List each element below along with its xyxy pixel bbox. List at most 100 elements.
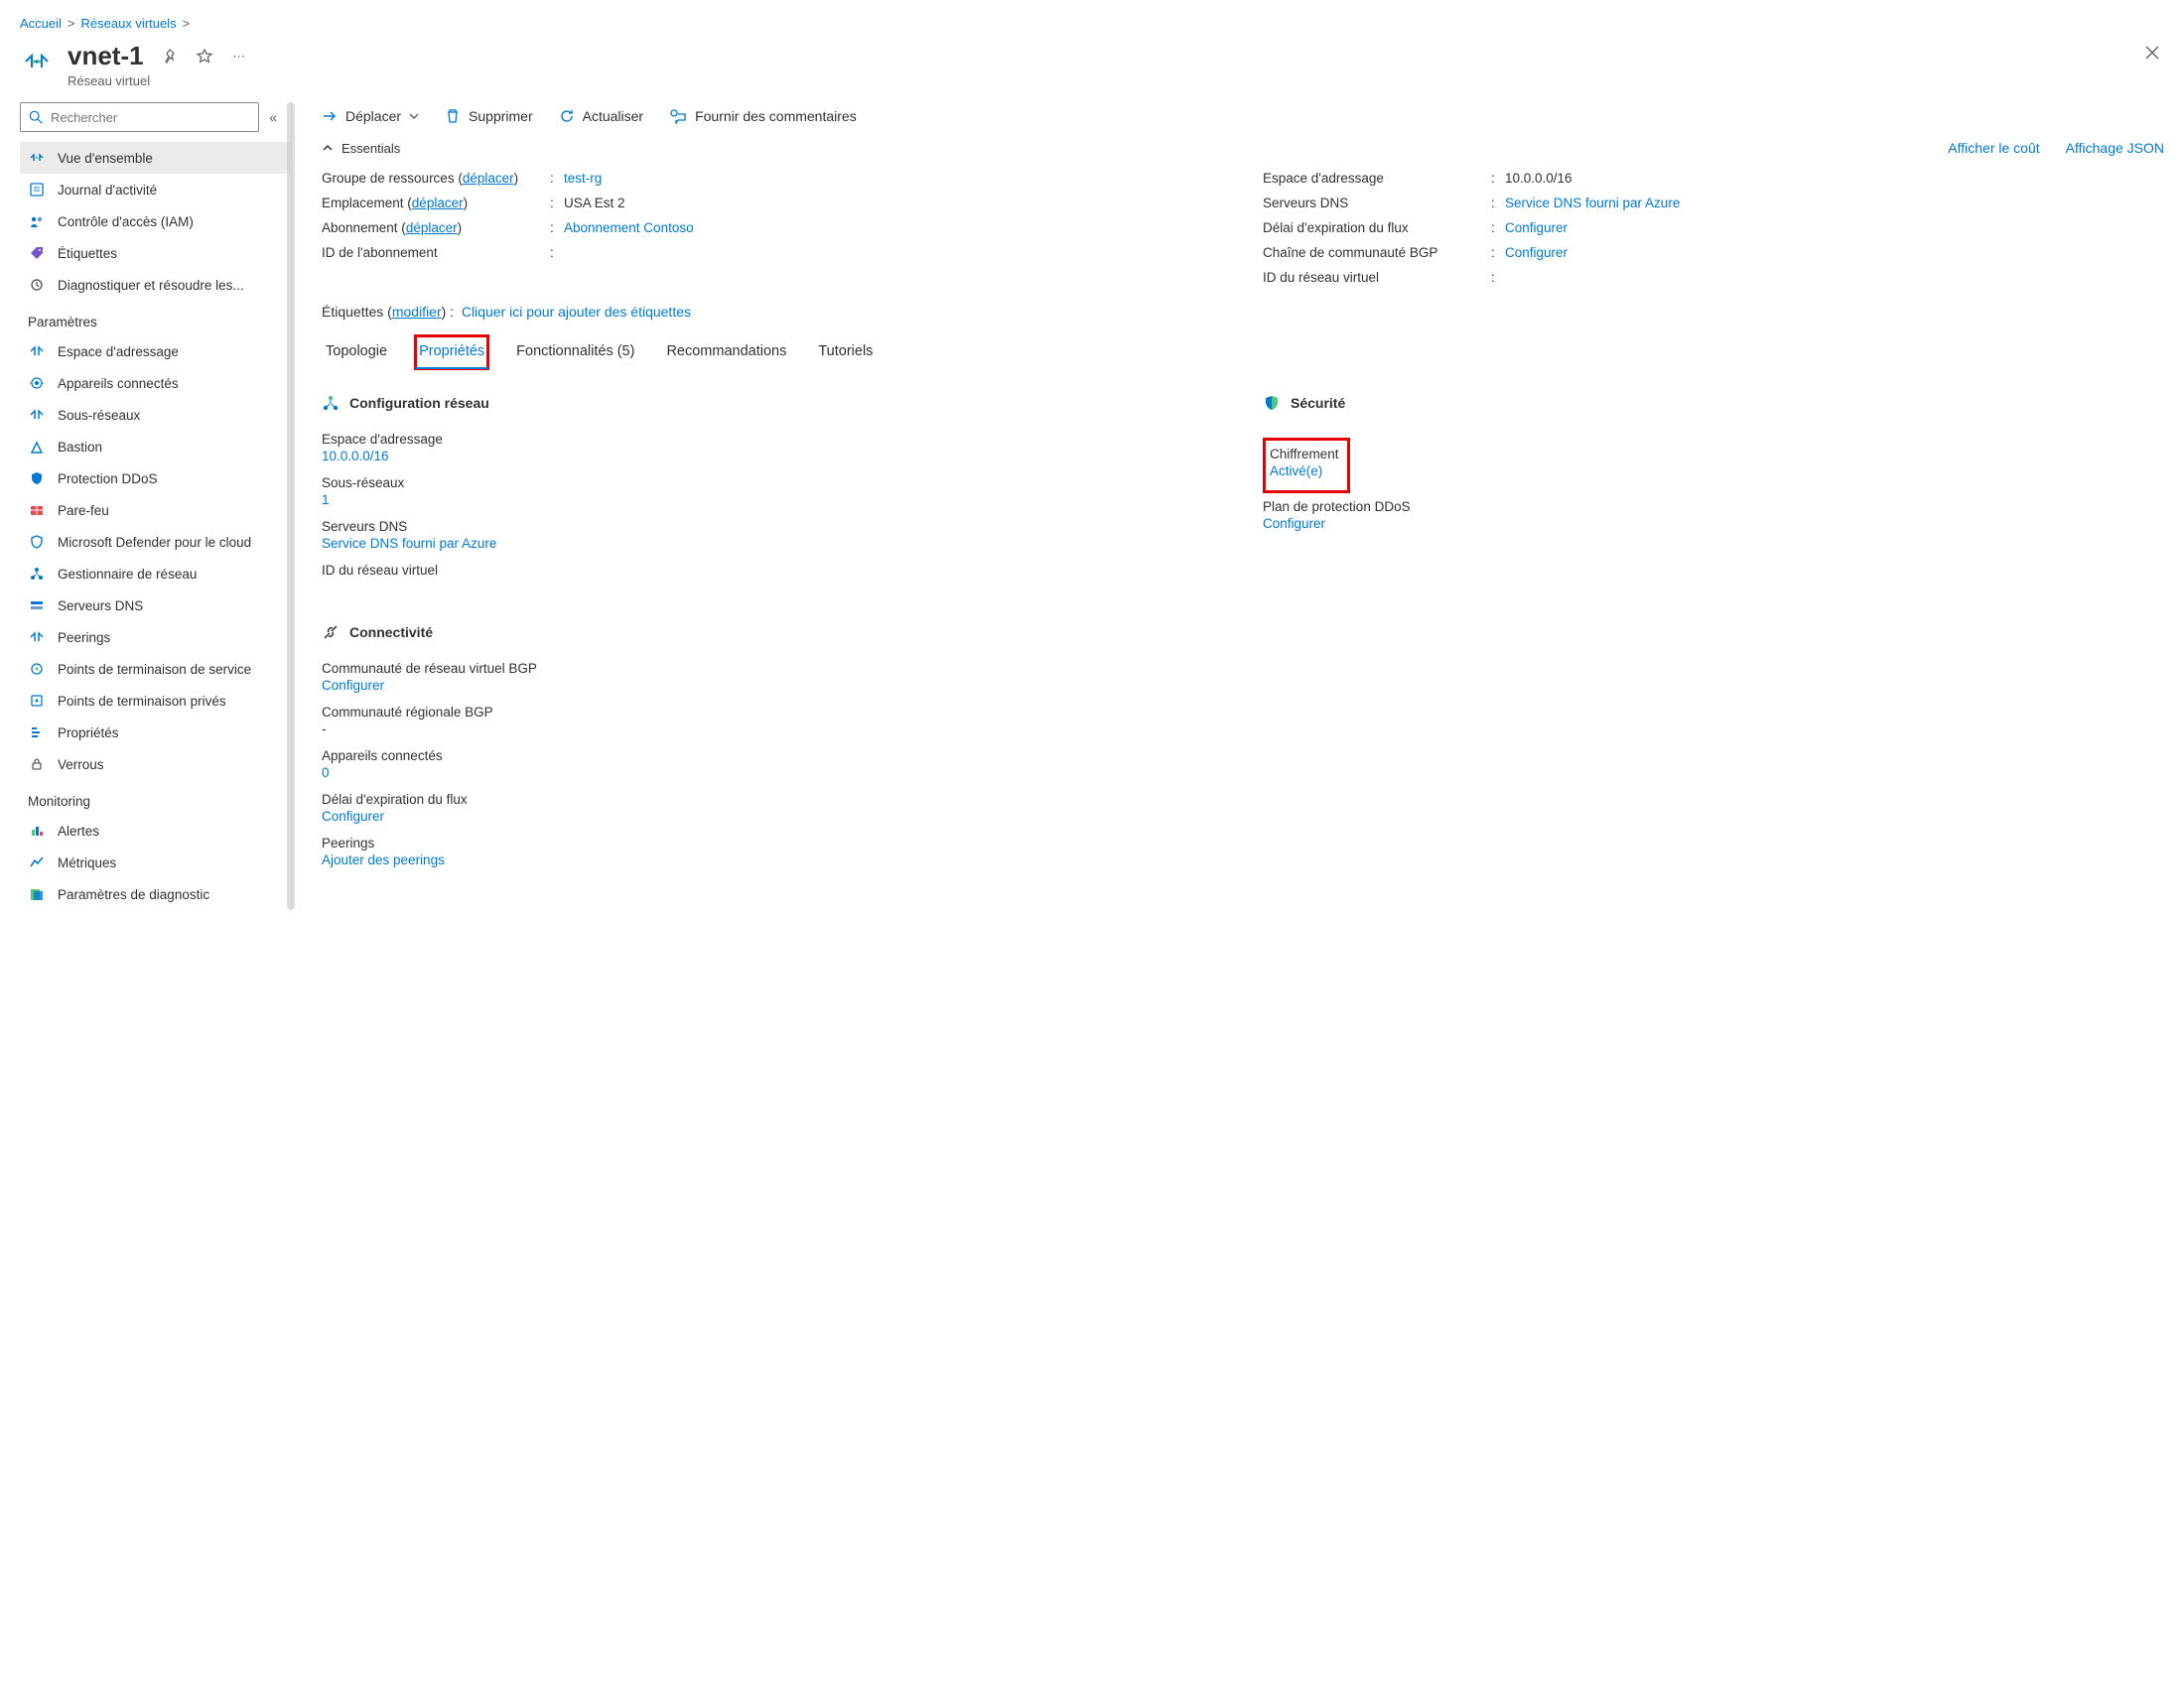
- page-header: vnet-1 ⋯ Réseau virtuel: [20, 41, 2164, 88]
- breadcrumb-vnets[interactable]: Réseaux virtuels: [81, 16, 177, 31]
- sidebar-item[interactable]: Espace d'adressage: [20, 335, 291, 367]
- sidebar-item[interactable]: Métriques: [20, 847, 291, 878]
- encryption-label: Chiffrement: [1270, 443, 1339, 463]
- tab[interactable]: Topologie: [322, 335, 391, 369]
- show-cost-link[interactable]: Afficher le coût: [1948, 140, 2039, 156]
- sidebar-item[interactable]: Serveurs DNS: [20, 590, 291, 621]
- sidebar-item-label: Diagnostiquer et résoudre les...: [58, 278, 244, 293]
- feedback-button[interactable]: Fournir des commentaires: [669, 108, 857, 124]
- sidebar-item[interactable]: Contrôle d'accès (IAM): [20, 205, 291, 237]
- tab[interactable]: Tutoriels: [814, 335, 877, 369]
- ddos-icon: [28, 469, 46, 487]
- subnets-icon: [28, 406, 46, 424]
- sidebar-item[interactable]: Peerings: [20, 621, 291, 653]
- property-value[interactable]: 0: [322, 765, 1223, 788]
- diagnose-icon: [28, 276, 46, 294]
- sidebar-item[interactable]: Journal d'activité: [20, 174, 291, 205]
- breadcrumb: Accueil > Réseaux virtuels >: [20, 10, 2164, 41]
- sidebar-item-label: Gestionnaire de réseau: [58, 567, 197, 582]
- sidebar-item-label: Espace d'adressage: [58, 344, 179, 359]
- essentials-value[interactable]: Configurer: [1505, 245, 2164, 260]
- sidebar-item-label: Serveurs DNS: [58, 598, 143, 613]
- sidebar-item[interactable]: Microsoft Defender pour le cloud: [20, 526, 291, 558]
- favorite-icon[interactable]: [194, 46, 215, 67]
- essentials-colon: :: [550, 220, 564, 235]
- property-value[interactable]: Configurer: [322, 678, 1223, 701]
- close-button[interactable]: [2140, 41, 2164, 65]
- feedback-icon: [669, 108, 687, 124]
- sidebar-scrollbar[interactable]: [287, 102, 295, 910]
- sidebar-item-label: Points de terminaison de service: [58, 662, 251, 677]
- sidebar-item[interactable]: Diagnostiquer et résoudre les...: [20, 269, 291, 301]
- sidebar-item[interactable]: Appareils connectés: [20, 367, 291, 399]
- json-view-link[interactable]: Affichage JSON: [2066, 140, 2164, 156]
- sidebar-item[interactable]: Points de terminaison privés: [20, 685, 291, 717]
- sidebar-heading: Paramètres: [20, 301, 291, 335]
- sidebar-item[interactable]: Gestionnaire de réseau: [20, 558, 291, 590]
- sidebar-item[interactable]: Points de terminaison de service: [20, 653, 291, 685]
- sidebar-item[interactable]: Sous-réseaux: [20, 399, 291, 431]
- tab[interactable]: Propriétés: [415, 335, 488, 369]
- essentials-value[interactable]: Service DNS fourni par Azure: [1505, 196, 2164, 210]
- essentials-value: [1505, 270, 2164, 285]
- connectivity-heading: Connectivité: [322, 623, 1223, 641]
- command-bar: Déplacer Supprimer Actualiser Fournir de…: [322, 102, 2164, 140]
- essentials-colon: :: [1491, 171, 1505, 186]
- sidebar-item-label: Microsoft Defender pour le cloud: [58, 535, 251, 550]
- sidebar-search[interactable]: [20, 102, 259, 132]
- essentials-value[interactable]: Abonnement Contoso: [564, 220, 1223, 235]
- essentials-row: Délai d'expiration du flux:Configurer: [1263, 215, 2164, 240]
- sidebar-item-label: Étiquettes: [58, 246, 117, 261]
- breadcrumb-sep: >: [68, 16, 75, 31]
- sidebar-item[interactable]: Étiquettes: [20, 237, 291, 269]
- tags-add-link[interactable]: Cliquer ici pour ajouter des étiquettes: [462, 304, 691, 320]
- essentials-value[interactable]: Configurer: [1505, 220, 2164, 235]
- essentials-value: [564, 245, 1223, 260]
- essentials-label: ID de l'abonnement: [322, 245, 550, 260]
- sidebar-item[interactable]: Protection DDoS: [20, 462, 291, 494]
- sidebar-item[interactable]: Paramètres de diagnostic: [20, 878, 291, 910]
- tags-edit-link[interactable]: modifier: [392, 304, 442, 320]
- property-value[interactable]: Service DNS fourni par Azure: [322, 536, 1223, 559]
- property-value[interactable]: Ajouter des peerings: [322, 853, 1223, 875]
- sidebar-search-input[interactable]: [49, 109, 250, 126]
- refresh-label: Actualiser: [583, 108, 643, 124]
- sidebar-item-label: Protection DDoS: [58, 471, 158, 486]
- property-value: -: [322, 722, 1223, 744]
- move-button[interactable]: Déplacer: [322, 108, 419, 124]
- sidebar-item[interactable]: Alertes: [20, 815, 291, 847]
- essentials-value[interactable]: test-rg: [564, 171, 1223, 186]
- sidebar-collapse-icon[interactable]: «: [269, 109, 277, 125]
- property-value[interactable]: Configurer: [322, 809, 1223, 832]
- essentials-row: ID du réseau virtuel:: [1263, 265, 2164, 290]
- essentials-move-link[interactable]: déplacer: [463, 171, 514, 186]
- property-value[interactable]: 1: [322, 492, 1223, 515]
- essentials-colon: :: [550, 245, 564, 260]
- delete-button[interactable]: Supprimer: [445, 108, 533, 124]
- activitylog-icon: [28, 181, 46, 198]
- sidebar-item-label: Verrous: [58, 757, 104, 772]
- essentials-move-link[interactable]: déplacer: [406, 220, 458, 235]
- essentials-move-link[interactable]: déplacer: [412, 196, 464, 210]
- essentials-grid: Groupe de ressources (déplacer):test-rgE…: [322, 166, 2164, 290]
- encryption-value-link[interactable]: Activé(e): [1270, 463, 1322, 478]
- property-value[interactable]: 10.0.0.0/16: [322, 449, 1223, 471]
- pin-icon[interactable]: [158, 46, 180, 67]
- sidebar-heading: Monitoring: [20, 780, 291, 815]
- sidebar-item[interactable]: Vue d'ensemble: [20, 142, 291, 174]
- refresh-button[interactable]: Actualiser: [559, 108, 643, 124]
- sidebar-item[interactable]: Propriétés: [20, 717, 291, 748]
- tab-bar: Topologie Propriétés Fonctionnalités (5) Re…: [322, 329, 2164, 370]
- sidebar-item[interactable]: Verrous: [20, 748, 291, 780]
- ddos-plan-value-link[interactable]: Configurer: [1263, 516, 1325, 531]
- property-label: Communauté de réseau virtuel BGP: [322, 657, 1223, 678]
- sidebar-item[interactable]: Pare-feu: [20, 494, 291, 526]
- breadcrumb-home[interactable]: Accueil: [20, 16, 62, 31]
- essentials-row: Serveurs DNS:Service DNS fourni par Azur…: [1263, 191, 2164, 215]
- tab[interactable]: Fonctionnalités (5): [512, 335, 638, 369]
- tab[interactable]: Recommandations: [662, 335, 790, 369]
- essentials-toggle[interactable]: Essentials: [322, 141, 400, 156]
- sidebar-item[interactable]: Bastion: [20, 431, 291, 462]
- more-icon[interactable]: ⋯: [229, 46, 251, 67]
- property-label: Appareils connectés: [322, 744, 1223, 765]
